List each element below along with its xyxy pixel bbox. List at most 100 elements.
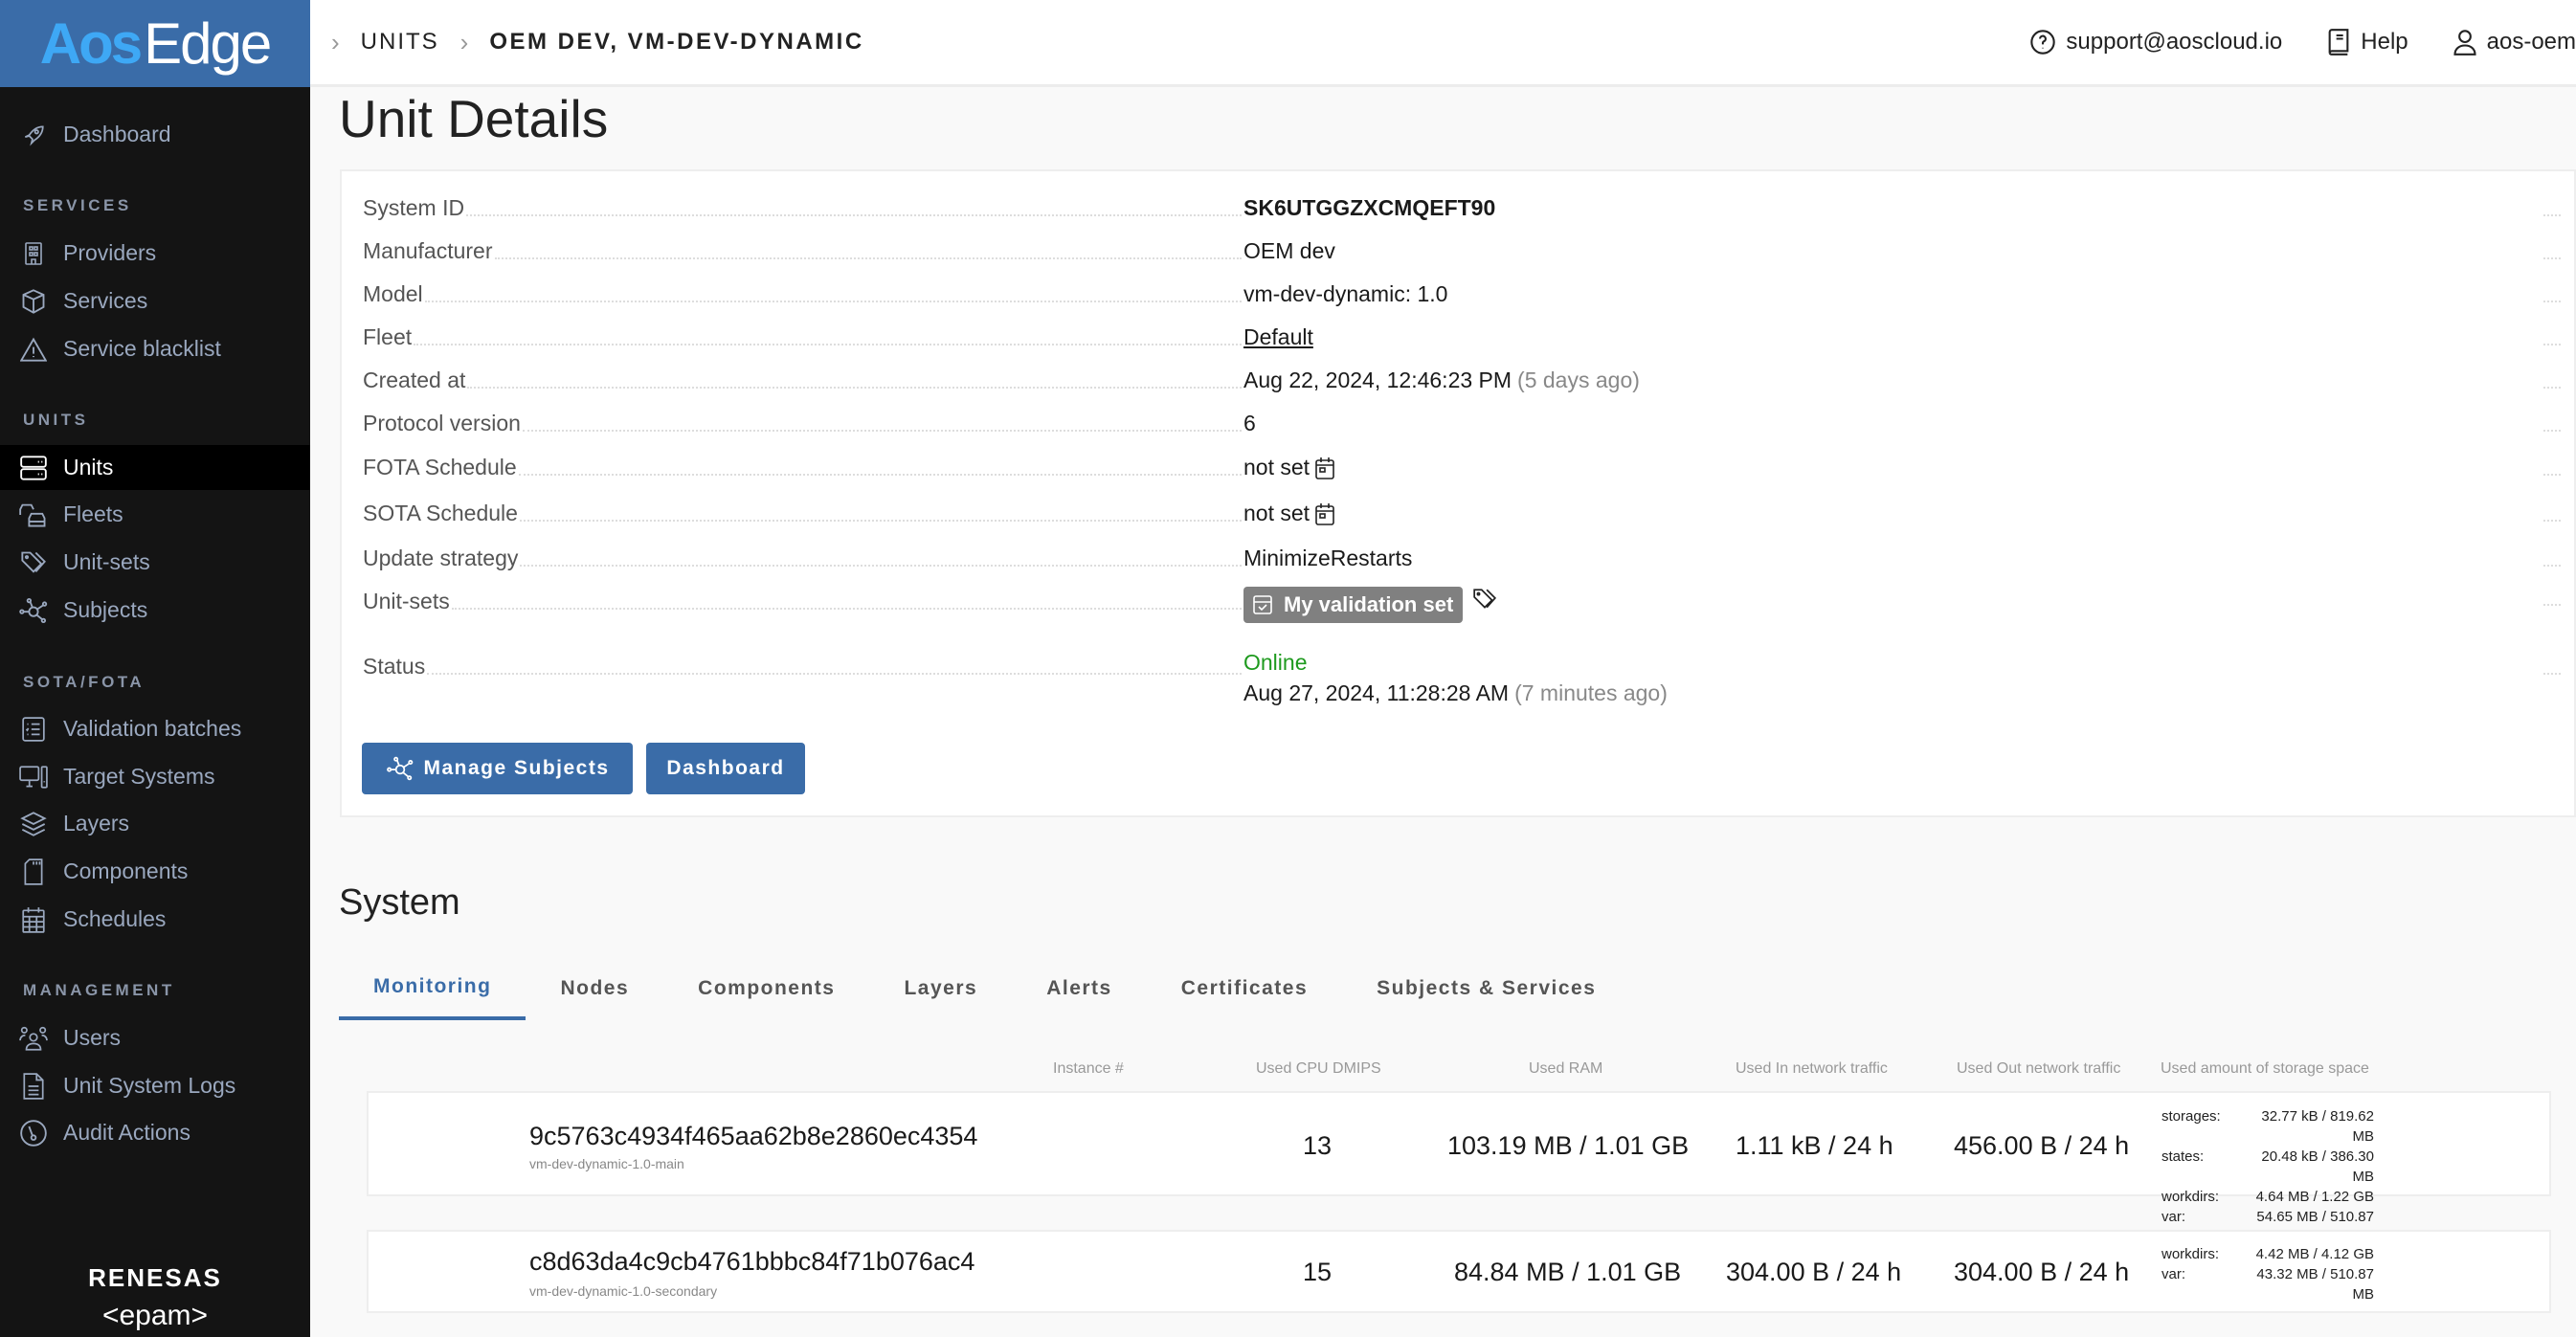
detail-row-created-at: Created at Aug 22, 2024, 12:46:23 PM (5 d… xyxy=(363,365,2574,393)
warning-icon xyxy=(19,335,48,364)
detail-label: Created at xyxy=(363,368,466,392)
calendar-icon xyxy=(19,905,48,934)
sidebar-item-label: Schedules xyxy=(63,906,167,931)
sidebar-item-label: Providers xyxy=(63,240,157,265)
network-icon xyxy=(19,596,48,625)
tab-layers[interactable]: Layers xyxy=(869,957,1012,1020)
sota-schedule-value: not set xyxy=(1243,501,1310,525)
tab-alerts[interactable]: Alerts xyxy=(1012,957,1147,1020)
sidebar-item-units[interactable]: Units xyxy=(0,445,310,490)
manufacturer-value: OEM dev xyxy=(1243,238,1335,263)
storage-row: workdirs: 4.64 MB / 1.22 GB xyxy=(2162,1189,2374,1205)
instance-ram: 84.84 MB / 1.01 GB xyxy=(1454,1258,1682,1286)
column-header-net-in: Used In network traffic xyxy=(1736,1060,1888,1077)
checklist-icon xyxy=(19,715,48,744)
calendar-edit-icon[interactable] xyxy=(1315,456,1334,480)
tab-certificates[interactable]: Certificates xyxy=(1147,957,1342,1020)
sidebar-item-label: Service blacklist xyxy=(63,336,221,361)
tab-subjects-services[interactable]: Subjects & Services xyxy=(1342,957,1630,1020)
detail-row-fota-schedule: FOTA Schedule not set xyxy=(363,452,2574,480)
sidebar-item-layers[interactable]: Layers xyxy=(0,801,310,846)
detail-label: Protocol version xyxy=(363,411,521,435)
manage-subjects-button[interactable]: Manage Subjects xyxy=(362,743,633,794)
detail-label: Manufacturer xyxy=(363,238,493,263)
sidebar-item-audit-actions[interactable]: Audit Actions xyxy=(0,1110,310,1155)
detail-label: Status xyxy=(363,654,426,679)
column-header-instance: Instance # xyxy=(1053,1060,1124,1077)
sidebar-item-unit-sets[interactable]: Unit-sets xyxy=(0,540,310,585)
system-section-title: System xyxy=(339,882,460,923)
section-units: UNITS xyxy=(23,411,89,429)
tab-nodes[interactable]: Nodes xyxy=(526,957,663,1020)
sidebar-item-label: Target Systems xyxy=(63,764,215,789)
tab-monitoring[interactable]: Monitoring xyxy=(339,957,526,1020)
app-logo[interactable]: Aos Edge xyxy=(0,0,310,87)
support-link[interactable]: support@aoscloud.io xyxy=(2029,29,2282,56)
server-icon xyxy=(19,454,48,482)
unit-set-badge[interactable]: My validation set xyxy=(1243,587,1464,623)
sidebar-item-services[interactable]: Services xyxy=(0,279,310,323)
column-header-net-out: Used Out network traffic xyxy=(1957,1060,2121,1077)
calendar-edit-icon[interactable] xyxy=(1315,501,1334,526)
column-header-cpu: Used CPU DMIPS xyxy=(1256,1060,1381,1077)
unit-details-card: System ID SK6UTGGZXCMQEFT90 Manufacturer… xyxy=(340,169,2576,817)
detail-row-fleet: Fleet Default xyxy=(363,322,2574,350)
sidebar-item-label: Subjects xyxy=(63,597,148,622)
detail-row-system-id: System ID SK6UTGGZXCMQEFT90 xyxy=(363,192,2574,221)
user-menu[interactable]: aos-oem xyxy=(2453,29,2576,56)
last-seen-relative: (7 minutes ago) xyxy=(1514,680,1668,705)
detail-label: Model xyxy=(363,281,423,306)
sidebar-item-schedules[interactable]: Schedules xyxy=(0,897,310,942)
system-tabs: Monitoring Nodes Components Layers Alert… xyxy=(339,957,1630,1020)
dashboard-button-label: Dashboard xyxy=(666,757,785,779)
logo-aos: Aos xyxy=(39,11,143,76)
fota-schedule-value: not set xyxy=(1243,455,1310,479)
instance-cpu: 13 xyxy=(1303,1131,1333,1160)
column-header-storage: Used amount of storage space xyxy=(2161,1060,2369,1077)
detail-label: Unit-sets xyxy=(363,589,450,613)
dashboard-button[interactable]: Dashboard xyxy=(646,743,805,794)
help-link[interactable]: Help xyxy=(2326,29,2408,56)
sidebar-item-components[interactable]: Components xyxy=(0,849,310,894)
instance-row[interactable]: c8d63da4c9cb4761bbbc84f71b076ac4 vm-dev-… xyxy=(367,1230,2551,1313)
unit-set-name: My validation set xyxy=(1284,592,1454,616)
instance-net-in: 304.00 B / 24 h xyxy=(1726,1258,1902,1286)
network-icon xyxy=(387,756,414,781)
question-circle-icon xyxy=(2030,30,2056,55)
breadcrumb-units[interactable]: UNITS xyxy=(361,29,439,56)
detail-label: SOTA Schedule xyxy=(363,501,518,525)
tab-components[interactable]: Components xyxy=(663,957,869,1020)
sidebar-item-label: Fleets xyxy=(63,501,123,526)
sidebar-item-subjects[interactable]: Subjects xyxy=(0,588,310,633)
model-value: vm-dev-dynamic: 1.0 xyxy=(1243,281,1448,306)
storage-row: states: 20.48 kB / 386.30 MB xyxy=(2162,1148,2374,1185)
fleet-link[interactable]: Default xyxy=(1243,324,1313,350)
user-icon xyxy=(2453,30,2476,56)
update-strategy-value: MinimizeRestarts xyxy=(1243,546,1413,570)
instance-net-out: 456.00 B / 24 h xyxy=(1954,1131,2130,1160)
instance-storage: workdirs: 4.42 MB / 4.12 GB var: 43.32 MB … xyxy=(2162,1244,2374,1304)
sidebar-item-users[interactable]: Users xyxy=(0,1015,310,1060)
tags-icon[interactable] xyxy=(1472,587,1497,612)
detail-row-status: Status Online Aug 27, 2024, 11:28:28 AM(… xyxy=(363,650,2574,709)
renesas-logo: RENESAS xyxy=(88,1263,222,1292)
help-label: Help xyxy=(2361,29,2408,55)
sidebar-item-unit-system-logs[interactable]: Unit System Logs xyxy=(0,1063,310,1108)
sidebar-item-validation-batches[interactable]: Validation batches xyxy=(0,706,310,751)
cars-icon xyxy=(19,501,48,529)
sidebar-item-service-blacklist[interactable]: Service blacklist xyxy=(0,326,310,371)
sidebar-item-dashboard[interactable]: Dashboard xyxy=(0,112,310,157)
sidebar-item-providers[interactable]: Providers xyxy=(0,231,310,276)
created-at-value: Aug 22, 2024, 12:46:23 PM xyxy=(1243,368,1512,392)
sidebar-item-target-systems[interactable]: Target Systems xyxy=(0,754,310,799)
storage-row: storages: 32.77 kB / 819.62 MB xyxy=(2162,1108,2374,1145)
rocket-icon xyxy=(19,121,48,149)
instance-name: vm-dev-dynamic-1.0-main xyxy=(529,1156,684,1171)
sidebar-item-label: Validation batches xyxy=(63,716,242,741)
instance-row[interactable]: 9c5763c4934f465aa62b8e2860ec4354 vm-dev-… xyxy=(367,1091,2551,1245)
section-services: SERVICES xyxy=(23,196,132,214)
sidebar-item-fleets[interactable]: Fleets xyxy=(0,492,310,537)
protocol-version-value: 6 xyxy=(1243,411,1256,435)
detail-row-unit-sets: Unit-sets My validation set xyxy=(363,587,2574,625)
storage-row: var: 43.32 MB / 510.87 MB xyxy=(2162,1266,2374,1303)
